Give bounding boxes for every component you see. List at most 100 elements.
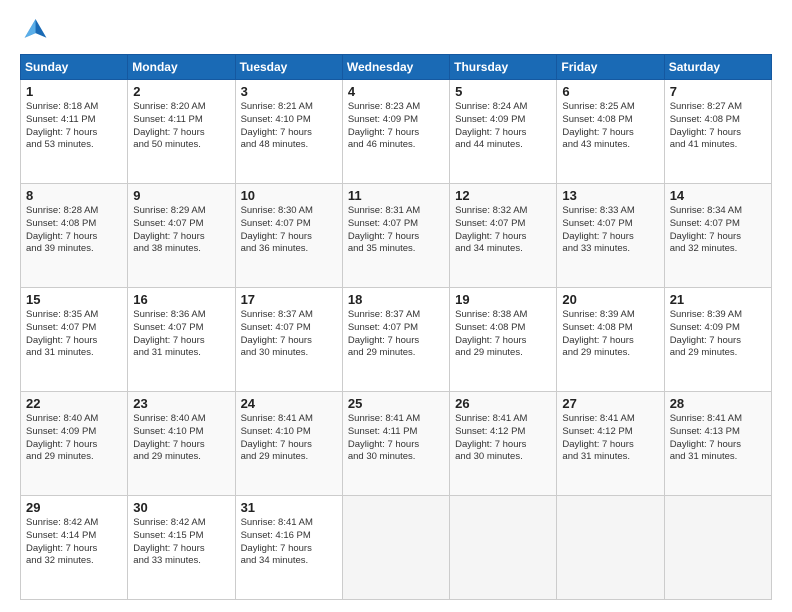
cell-content: Sunrise: 8:27 AMSunset: 4:08 PMDaylight:… <box>670 101 766 152</box>
calendar-cell <box>450 496 557 600</box>
cell-content: Sunrise: 8:41 AMSunset: 4:10 PMDaylight:… <box>241 413 337 464</box>
logo-icon <box>20 16 48 44</box>
day-number: 1 <box>26 84 122 99</box>
day-number: 14 <box>670 188 766 203</box>
calendar-cell: 8 Sunrise: 8:28 AMSunset: 4:08 PMDaylight… <box>21 184 128 288</box>
cell-content: Sunrise: 8:30 AMSunset: 4:07 PMDaylight:… <box>241 205 337 256</box>
calendar-week-row: 1 Sunrise: 8:18 AMSunset: 4:11 PMDaylight… <box>21 80 772 184</box>
cell-content: Sunrise: 8:23 AMSunset: 4:09 PMDaylight:… <box>348 101 444 152</box>
calendar-cell: 4 Sunrise: 8:23 AMSunset: 4:09 PMDaylight… <box>342 80 449 184</box>
calendar-cell: 28 Sunrise: 8:41 AMSunset: 4:13 PMDayligh… <box>664 392 771 496</box>
cell-content: Sunrise: 8:39 AMSunset: 4:08 PMDaylight:… <box>562 309 658 360</box>
cell-content: Sunrise: 8:38 AMSunset: 4:08 PMDaylight:… <box>455 309 551 360</box>
day-number: 28 <box>670 396 766 411</box>
calendar-cell: 22 Sunrise: 8:40 AMSunset: 4:09 PMDayligh… <box>21 392 128 496</box>
calendar-weekday-header: Thursday <box>450 55 557 80</box>
day-number: 2 <box>133 84 229 99</box>
cell-content: Sunrise: 8:40 AMSunset: 4:09 PMDaylight:… <box>26 413 122 464</box>
calendar-cell: 6 Sunrise: 8:25 AMSunset: 4:08 PMDaylight… <box>557 80 664 184</box>
calendar-weekday-header: Saturday <box>664 55 771 80</box>
calendar-header-row: SundayMondayTuesdayWednesdayThursdayFrid… <box>21 55 772 80</box>
cell-content: Sunrise: 8:32 AMSunset: 4:07 PMDaylight:… <box>455 205 551 256</box>
cell-content: Sunrise: 8:20 AMSunset: 4:11 PMDaylight:… <box>133 101 229 152</box>
header <box>20 16 772 44</box>
page: SundayMondayTuesdayWednesdayThursdayFrid… <box>0 0 792 612</box>
calendar-table: SundayMondayTuesdayWednesdayThursdayFrid… <box>20 54 772 600</box>
day-number: 31 <box>241 500 337 515</box>
calendar-weekday-header: Monday <box>128 55 235 80</box>
cell-content: Sunrise: 8:25 AMSunset: 4:08 PMDaylight:… <box>562 101 658 152</box>
day-number: 10 <box>241 188 337 203</box>
calendar-cell: 15 Sunrise: 8:35 AMSunset: 4:07 PMDayligh… <box>21 288 128 392</box>
day-number: 15 <box>26 292 122 307</box>
cell-content: Sunrise: 8:41 AMSunset: 4:13 PMDaylight:… <box>670 413 766 464</box>
calendar-weekday-header: Tuesday <box>235 55 342 80</box>
day-number: 17 <box>241 292 337 307</box>
day-number: 23 <box>133 396 229 411</box>
cell-content: Sunrise: 8:41 AMSunset: 4:16 PMDaylight:… <box>241 517 337 568</box>
cell-content: Sunrise: 8:40 AMSunset: 4:10 PMDaylight:… <box>133 413 229 464</box>
cell-content: Sunrise: 8:21 AMSunset: 4:10 PMDaylight:… <box>241 101 337 152</box>
calendar-cell: 11 Sunrise: 8:31 AMSunset: 4:07 PMDayligh… <box>342 184 449 288</box>
calendar-cell: 21Sunrise: 8:39 AMSunset: 4:09 PMDayligh… <box>664 288 771 392</box>
day-number: 11 <box>348 188 444 203</box>
logo <box>20 16 52 44</box>
cell-content: Sunrise: 8:33 AMSunset: 4:07 PMDaylight:… <box>562 205 658 256</box>
calendar-body: 1 Sunrise: 8:18 AMSunset: 4:11 PMDaylight… <box>21 80 772 600</box>
calendar-week-row: 15 Sunrise: 8:35 AMSunset: 4:07 PMDayligh… <box>21 288 772 392</box>
cell-content: Sunrise: 8:37 AMSunset: 4:07 PMDaylight:… <box>241 309 337 360</box>
day-number: 5 <box>455 84 551 99</box>
day-number: 30 <box>133 500 229 515</box>
calendar-cell: 12 Sunrise: 8:32 AMSunset: 4:07 PMDayligh… <box>450 184 557 288</box>
day-number: 12 <box>455 188 551 203</box>
calendar-cell: 27Sunrise: 8:41 AMSunset: 4:12 PMDayligh… <box>557 392 664 496</box>
calendar-cell: 30 Sunrise: 8:42 AMSunset: 4:15 PMDayligh… <box>128 496 235 600</box>
calendar-cell: 16Sunrise: 8:36 AMSunset: 4:07 PMDayligh… <box>128 288 235 392</box>
calendar-cell: 10 Sunrise: 8:30 AMSunset: 4:07 PMDayligh… <box>235 184 342 288</box>
calendar-cell <box>342 496 449 600</box>
calendar-cell: 17 Sunrise: 8:37 AMSunset: 4:07 PMDayligh… <box>235 288 342 392</box>
day-number: 9 <box>133 188 229 203</box>
calendar-cell: 2 Sunrise: 8:20 AMSunset: 4:11 PMDaylight… <box>128 80 235 184</box>
calendar-cell: 5Sunrise: 8:24 AMSunset: 4:09 PMDaylight… <box>450 80 557 184</box>
day-number: 25 <box>348 396 444 411</box>
day-number: 18 <box>348 292 444 307</box>
calendar-weekday-header: Sunday <box>21 55 128 80</box>
calendar-cell: 7Sunrise: 8:27 AMSunset: 4:08 PMDaylight… <box>664 80 771 184</box>
cell-content: Sunrise: 8:31 AMSunset: 4:07 PMDaylight:… <box>348 205 444 256</box>
cell-content: Sunrise: 8:42 AMSunset: 4:15 PMDaylight:… <box>133 517 229 568</box>
cell-content: Sunrise: 8:36 AMSunset: 4:07 PMDaylight:… <box>133 309 229 360</box>
calendar-cell: 31 Sunrise: 8:41 AMSunset: 4:16 PMDayligh… <box>235 496 342 600</box>
calendar-week-row: 8 Sunrise: 8:28 AMSunset: 4:08 PMDaylight… <box>21 184 772 288</box>
day-number: 8 <box>26 188 122 203</box>
calendar-cell: 25 Sunrise: 8:41 AMSunset: 4:11 PMDayligh… <box>342 392 449 496</box>
cell-content: Sunrise: 8:42 AMSunset: 4:14 PMDaylight:… <box>26 517 122 568</box>
day-number: 22 <box>26 396 122 411</box>
cell-content: Sunrise: 8:35 AMSunset: 4:07 PMDaylight:… <box>26 309 122 360</box>
day-number: 4 <box>348 84 444 99</box>
calendar-weekday-header: Friday <box>557 55 664 80</box>
calendar-week-row: 22 Sunrise: 8:40 AMSunset: 4:09 PMDayligh… <box>21 392 772 496</box>
calendar-cell: 18Sunrise: 8:37 AMSunset: 4:07 PMDayligh… <box>342 288 449 392</box>
cell-content: Sunrise: 8:18 AMSunset: 4:11 PMDaylight:… <box>26 101 122 152</box>
calendar-cell: 1 Sunrise: 8:18 AMSunset: 4:11 PMDaylight… <box>21 80 128 184</box>
cell-content: Sunrise: 8:41 AMSunset: 4:12 PMDaylight:… <box>455 413 551 464</box>
calendar-cell: 3Sunrise: 8:21 AMSunset: 4:10 PMDaylight… <box>235 80 342 184</box>
calendar-cell: 19 Sunrise: 8:38 AMSunset: 4:08 PMDayligh… <box>450 288 557 392</box>
calendar-cell: 9 Sunrise: 8:29 AMSunset: 4:07 PMDaylight… <box>128 184 235 288</box>
calendar-cell: 24Sunrise: 8:41 AMSunset: 4:10 PMDayligh… <box>235 392 342 496</box>
calendar-cell <box>557 496 664 600</box>
day-number: 26 <box>455 396 551 411</box>
day-number: 29 <box>26 500 122 515</box>
cell-content: Sunrise: 8:29 AMSunset: 4:07 PMDaylight:… <box>133 205 229 256</box>
day-number: 19 <box>455 292 551 307</box>
cell-content: Sunrise: 8:41 AMSunset: 4:11 PMDaylight:… <box>348 413 444 464</box>
calendar-cell: 13Sunrise: 8:33 AMSunset: 4:07 PMDayligh… <box>557 184 664 288</box>
day-number: 6 <box>562 84 658 99</box>
calendar-cell <box>664 496 771 600</box>
day-number: 21 <box>670 292 766 307</box>
cell-content: Sunrise: 8:28 AMSunset: 4:08 PMDaylight:… <box>26 205 122 256</box>
calendar-cell: 20Sunrise: 8:39 AMSunset: 4:08 PMDayligh… <box>557 288 664 392</box>
calendar-cell: 26 Sunrise: 8:41 AMSunset: 4:12 PMDayligh… <box>450 392 557 496</box>
calendar-cell: 23 Sunrise: 8:40 AMSunset: 4:10 PMDayligh… <box>128 392 235 496</box>
